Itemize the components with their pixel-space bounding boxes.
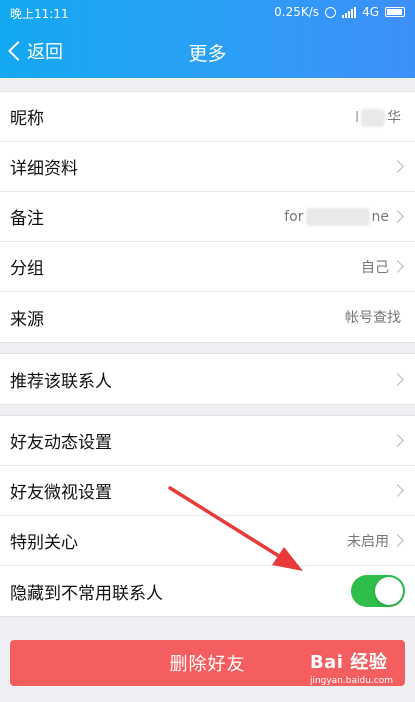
row-special-care[interactable]: 特别关心 未启用 xyxy=(0,516,415,566)
row-label: 推荐该联系人 xyxy=(10,371,112,392)
settings-group: 好友动态设置 好友微视设置 特别关心 未启用 隐藏到不常用联系人 xyxy=(0,415,415,617)
row-label: 详细资料 xyxy=(10,159,78,179)
row-friend-weishi-settings[interactable]: 好友微视设置 xyxy=(0,466,415,516)
hide-contact-toggle[interactable] xyxy=(351,575,405,607)
page-title: 更多 xyxy=(188,43,227,65)
row-friend-feed-settings[interactable]: 好友动态设置 xyxy=(0,416,415,466)
row-nickname[interactable]: 昵称 l华 xyxy=(0,92,415,142)
status-bar: 晚上11:11 0.25K/s 4G xyxy=(0,0,415,24)
network-type: 4G xyxy=(362,5,379,19)
alarm-icon xyxy=(325,6,337,18)
row-label: 好友微视设置 xyxy=(10,483,112,503)
header-bar: 晚上11:11 0.25K/s 4G 返回 更多 xyxy=(0,0,415,78)
chevron-right-icon xyxy=(391,372,404,386)
row-recommend-contact[interactable]: 推荐该联系人 xyxy=(0,354,415,404)
row-label: 来源 xyxy=(10,309,44,330)
nickname-value: l华 xyxy=(355,108,401,127)
row-label: 备注 xyxy=(10,209,44,229)
row-label: 分组 xyxy=(10,259,44,279)
row-hide-contact: 隐藏到不常用联系人 xyxy=(0,566,415,616)
row-source: 来源 帐号查找 xyxy=(0,292,415,342)
special-care-value: 未启用 xyxy=(347,533,389,550)
source-value: 帐号查找 xyxy=(345,310,401,326)
status-indicators: 0.25K/s 4G xyxy=(274,5,405,19)
chevron-right-icon xyxy=(391,534,404,547)
status-time: 晚上11:11 xyxy=(10,7,69,21)
battery-icon xyxy=(385,7,405,17)
row-label: 隐藏到不常用联系人 xyxy=(10,583,163,604)
row-group[interactable]: 分组 自己 xyxy=(0,242,415,292)
chevron-right-icon xyxy=(391,484,404,497)
row-label: 好友动态设置 xyxy=(10,433,112,453)
group-value: 自己 xyxy=(361,259,389,276)
signal-icon xyxy=(342,6,357,18)
row-remark[interactable]: 备注 for ne xyxy=(0,192,415,242)
row-details[interactable]: 详细资料 xyxy=(0,142,415,192)
redacted-blur xyxy=(361,108,385,127)
redacted-blur xyxy=(305,207,370,226)
row-label: 特别关心 xyxy=(10,533,78,553)
contact-info-group: 昵称 l华 详细资料 备注 for ne 分组 自己 来源 帐号查找 xyxy=(0,91,415,343)
chevron-right-icon xyxy=(391,434,404,447)
chevron-right-icon xyxy=(391,160,404,173)
row-label: 昵称 xyxy=(10,109,44,129)
remark-value: for ne xyxy=(284,207,389,226)
toggle-knob xyxy=(375,577,403,605)
chevron-right-icon xyxy=(391,210,404,223)
delete-friend-button[interactable]: 删除好友 xyxy=(10,640,405,686)
recommend-group: 推荐该联系人 xyxy=(0,353,415,405)
network-speed: 0.25K/s xyxy=(274,5,320,19)
chevron-right-icon xyxy=(391,260,404,273)
